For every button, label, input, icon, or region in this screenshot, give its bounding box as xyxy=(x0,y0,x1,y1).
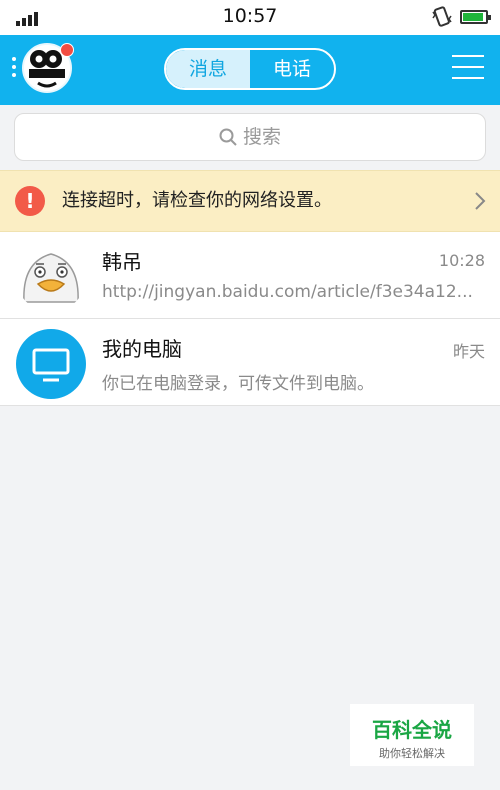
notification-dot xyxy=(60,43,74,57)
banner-text: 连接超时，请检查你的网络设置。 xyxy=(62,190,332,211)
status-bar: 10:57 xyxy=(0,0,500,35)
monitor-icon xyxy=(32,348,70,382)
top-header: 消息 电话 xyxy=(0,35,500,105)
watermark-logo: 百科全说 助你轻松解决 xyxy=(350,704,474,766)
computer-avatar xyxy=(16,329,86,399)
watermark-title: 百科全说 xyxy=(372,718,452,742)
hamburger-menu-icon[interactable] xyxy=(452,55,484,83)
watermark-subtitle: 助你轻松解决 xyxy=(379,747,445,760)
network-warning-banner[interactable]: ! 连接超时，请检查你的网络设置。 xyxy=(0,170,500,232)
message-preview: http://jingyan.baidu.com/article/f3e34a1… xyxy=(102,282,473,302)
chevron-right-icon xyxy=(475,192,486,210)
message-preview: 你已在电脑登录，可传文件到电脑。 xyxy=(102,374,374,394)
contact-name: 韩吊 xyxy=(102,250,142,274)
search-area: 搜索 xyxy=(0,105,500,170)
status-time: 10:57 xyxy=(222,5,278,27)
search-placeholder: 搜索 xyxy=(242,126,281,148)
contact-avatar xyxy=(16,242,86,312)
battery-icon xyxy=(460,10,491,24)
warning-icon: ! xyxy=(15,186,45,216)
tab-calls[interactable]: 电话 xyxy=(250,50,334,88)
vibrate-icon xyxy=(432,6,452,28)
battery-level xyxy=(463,13,484,21)
tab-switcher: 消息 电话 xyxy=(164,48,336,90)
conversation-list: 韩吊 10:28 http://jingyan.baidu.com/articl… xyxy=(0,232,500,406)
search-input[interactable]: 搜索 xyxy=(14,113,486,161)
search-placeholder-wrap: 搜索 xyxy=(15,114,485,160)
search-icon xyxy=(219,128,237,146)
menu-dots-icon[interactable] xyxy=(11,57,17,81)
tab-messages[interactable]: 消息 xyxy=(166,50,250,88)
message-time: 10:28 xyxy=(438,251,485,270)
contact-name: 我的电脑 xyxy=(102,337,182,361)
conversation-item[interactable]: 韩吊 10:28 http://jingyan.baidu.com/articl… xyxy=(0,232,500,319)
conversation-item[interactable]: 我的电脑 昨天 你已在电脑登录，可传文件到电脑。 xyxy=(0,319,500,406)
message-time: 昨天 xyxy=(452,342,485,361)
